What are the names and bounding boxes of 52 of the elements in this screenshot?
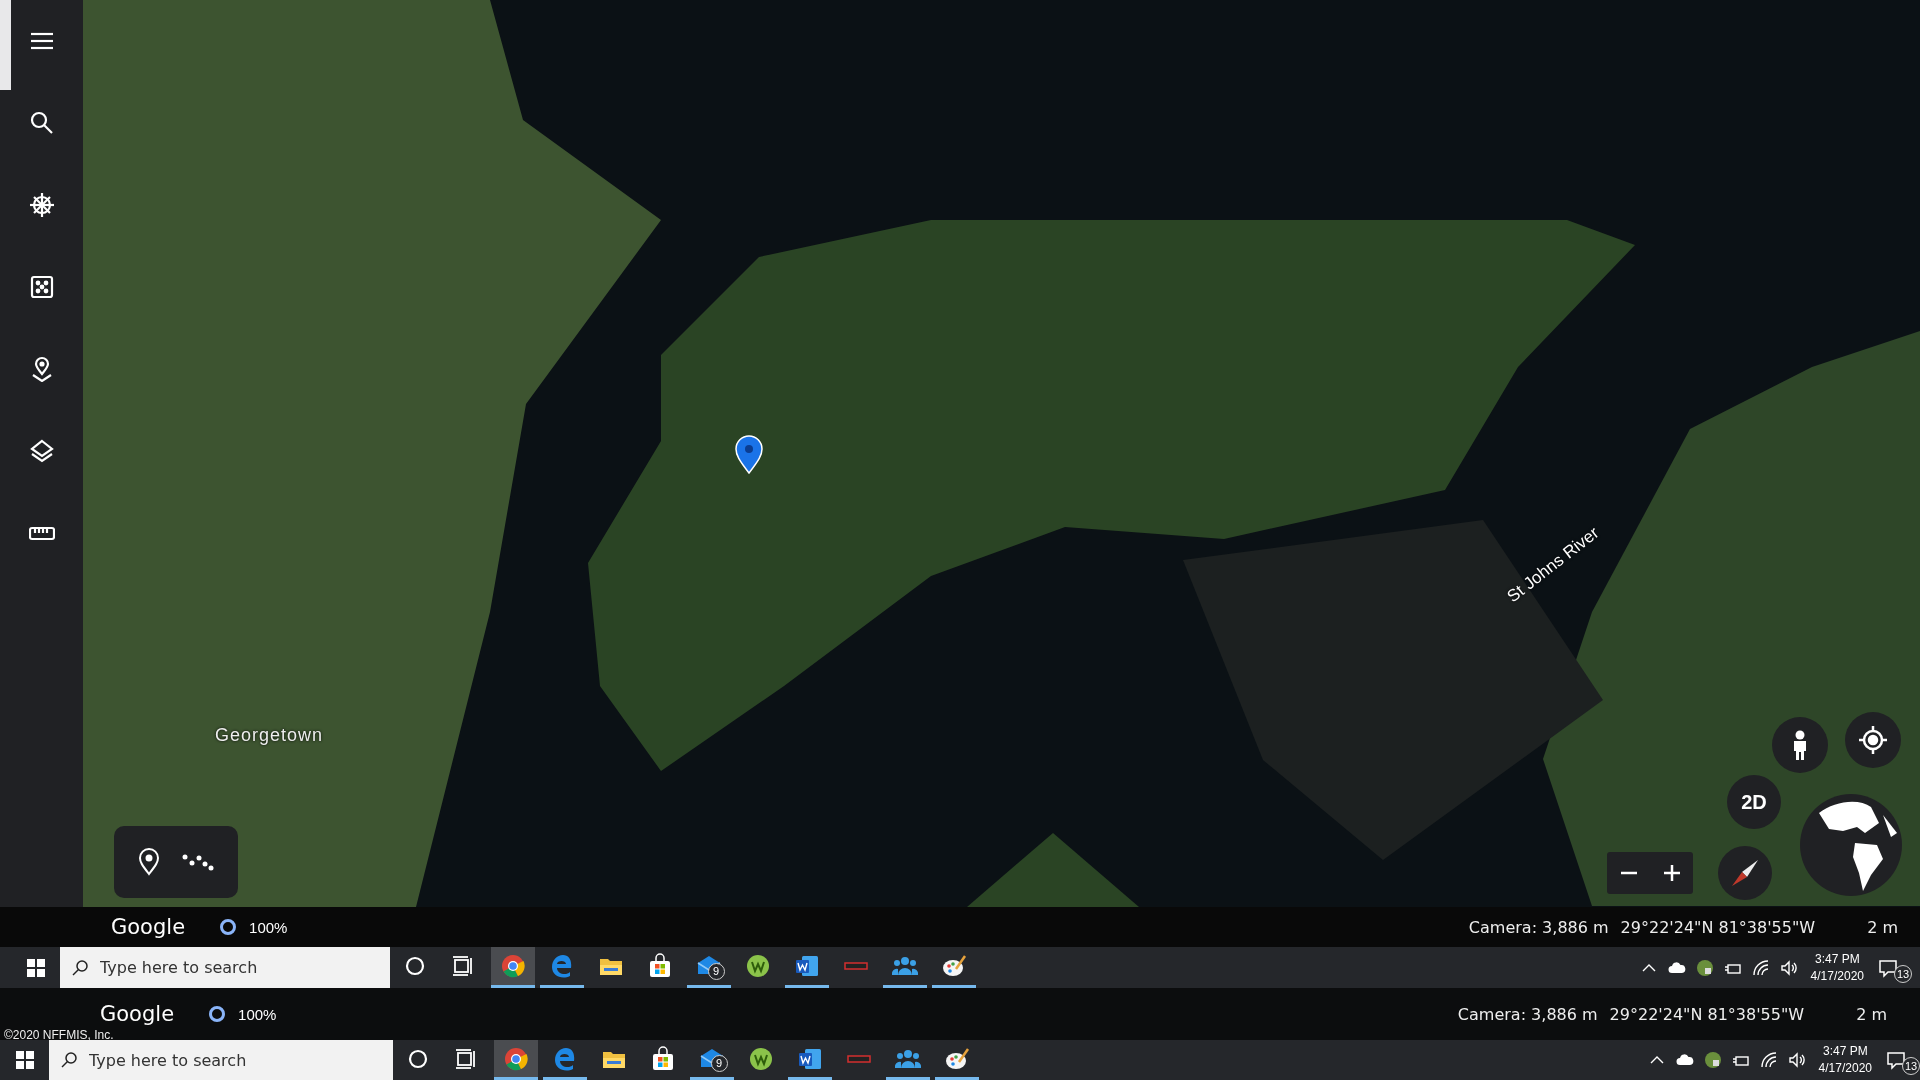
ship-wheel-icon <box>28 192 55 218</box>
globe-icon[interactable] <box>1799 793 1903 897</box>
map-label: Georgetown <box>215 725 324 746</box>
dice-icon <box>28 274 55 300</box>
coordinates: 29°22'24"N 81°38'55"W <box>1609 1004 1805 1024</box>
browser-icon <box>499 953 526 979</box>
w-circle-icon <box>744 953 771 979</box>
attribution-text: ©2020 NFFMIS, Inc. <box>4 1028 114 1042</box>
camera-altitude: Camera: 3,886 m <box>1468 917 1609 937</box>
scale-text: 2 m <box>1856 1004 1887 1024</box>
volume-icon[interactable] <box>1787 1051 1806 1069</box>
notification-icon[interactable] <box>1886 1050 1906 1070</box>
coordinates: 29°22'24"N 81°38'55"W <box>1620 917 1816 937</box>
notification-icon[interactable] <box>1878 957 1898 978</box>
search-field[interactable]: Type here to search <box>60 947 390 988</box>
palette-icon <box>940 953 967 979</box>
scale-text: 2 m <box>1867 917 1898 937</box>
windows-logo-icon <box>26 958 45 977</box>
windows-logo-icon <box>15 1051 34 1069</box>
clock-date[interactable]: 4/17/2020 <box>1818 1060 1872 1077</box>
loading-ring-icon <box>208 1005 227 1023</box>
taskbar-app-button[interactable] <box>493 1040 538 1080</box>
wifi-icon[interactable] <box>1759 1051 1778 1069</box>
locate-icon <box>1858 725 1888 755</box>
taskbar-app-button[interactable]: 9 <box>689 1040 734 1080</box>
notification-count: 13 <box>1902 1057 1920 1075</box>
strip-icon <box>846 1054 871 1063</box>
loading-percent: 100% <box>249 918 288 936</box>
loading-ring-icon <box>219 918 238 936</box>
logo-text: Google <box>111 915 186 939</box>
search-field[interactable]: Type here to search <box>49 1040 393 1080</box>
volume-icon[interactable] <box>1779 958 1798 977</box>
layers-icon <box>28 438 55 464</box>
clock-time[interactable]: 3:47 PM <box>1814 950 1860 968</box>
zoom-in-icon[interactable] <box>1662 864 1681 882</box>
logo-text: Google <box>100 1002 175 1026</box>
browser-icon <box>502 1045 529 1072</box>
placemark-icon[interactable] <box>138 848 160 876</box>
path-icon[interactable] <box>182 852 214 872</box>
w-circle-icon <box>747 1045 774 1072</box>
clock-date[interactable]: 4/17/2020 <box>1810 967 1864 985</box>
map-pin-icon[interactable] <box>733 434 765 474</box>
loading-percent: 100% <box>238 1005 277 1023</box>
person-icon <box>1791 730 1809 760</box>
wifi-icon[interactable] <box>1751 958 1770 977</box>
document-icon <box>793 953 820 979</box>
clock-time[interactable]: 3:47 PM <box>1822 1043 1868 1060</box>
camera-altitude: Camera: 3,886 m <box>1457 1004 1598 1024</box>
notification-count: 13 <box>1894 964 1912 983</box>
taskbar-app-button[interactable] <box>490 947 535 988</box>
search-icon <box>28 110 55 136</box>
strip-icon <box>843 962 868 970</box>
